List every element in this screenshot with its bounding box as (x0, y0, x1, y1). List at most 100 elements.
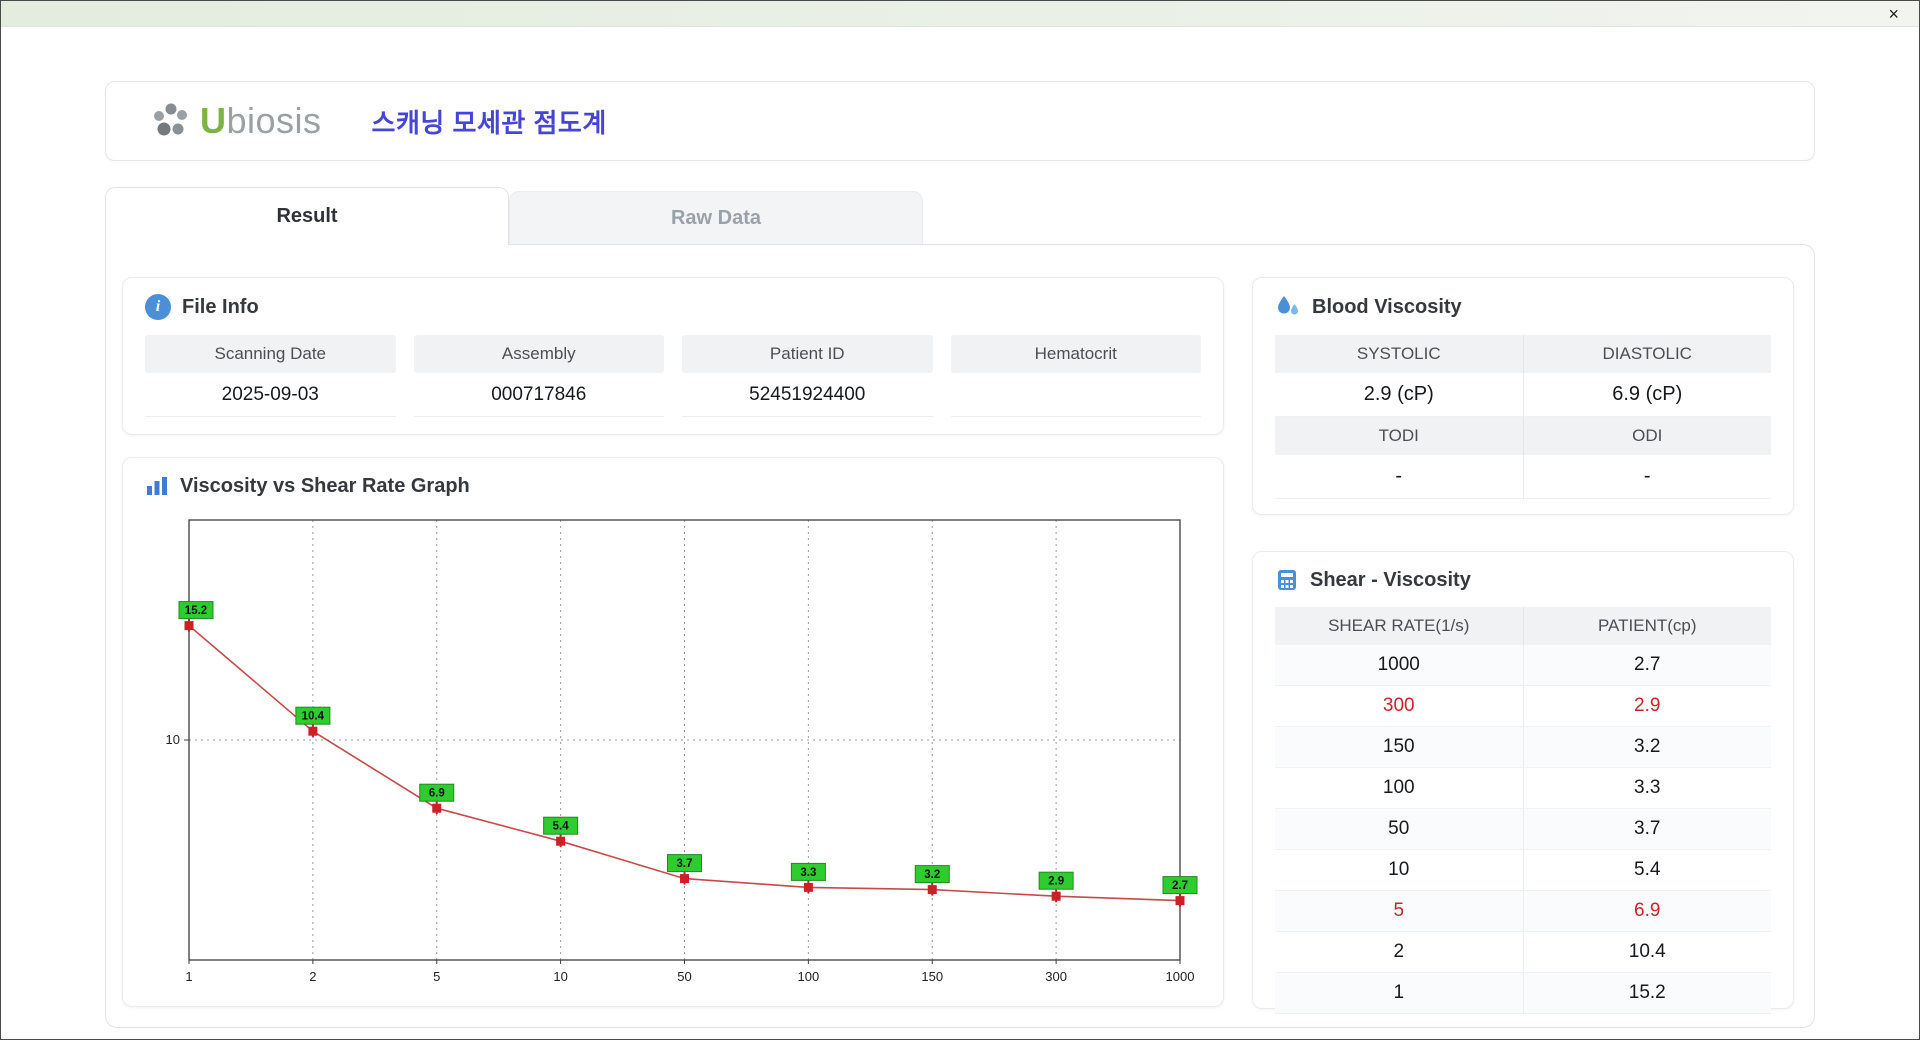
field-value (950, 373, 1201, 417)
chart-area: 10 1 2 5 10 50 100 150 300 1000 15.2 10.4 6.9 5.4 3.7 3… (145, 510, 1201, 1001)
sv-patient: 10.4 (1522, 932, 1772, 972)
bv-value-row: - - (1275, 455, 1771, 499)
svg-text:10: 10 (166, 732, 180, 747)
svg-text:3.7: 3.7 (677, 858, 693, 870)
app-title: 스캐닝 모세관 점도계 (371, 107, 607, 138)
close-icon[interactable]: × (1884, 5, 1903, 23)
sv-shear: 10 (1388, 859, 1410, 880)
bar-chart-icon (145, 474, 169, 498)
svg-text:100: 100 (798, 969, 820, 984)
app-window: × Ubiosis 스캐닝 모세관 점도계 Result Raw Data i … (0, 0, 1920, 1040)
table-row: 150 3.2 (1275, 727, 1771, 768)
field-value: 000717846 (413, 373, 664, 417)
logo-rest: biosis (226, 100, 322, 141)
file-info-header: i File Info (145, 294, 1201, 320)
field-assembly: Assembly 000717846 (413, 335, 664, 417)
table-row: 1000 2.7 (1275, 645, 1771, 686)
table-row: 50 3.7 (1275, 809, 1771, 850)
field-label: Scanning Date (145, 335, 396, 373)
bv-header-systolic: SYSTOLIC (1275, 335, 1523, 373)
sv-header-row: SHEAR RATE(1/s) PATIENT(cp) (1275, 607, 1771, 645)
sv-col-patient: PATIENT(cp) (1522, 607, 1772, 645)
svg-text:3.3: 3.3 (800, 867, 816, 879)
bv-value-systolic: 2.9 (cP) (1275, 373, 1523, 417)
sv-patient: 3.3 (1522, 768, 1772, 808)
logo-letter-u: U (200, 100, 227, 141)
page: Ubiosis 스캐닝 모세관 점도계 Result Raw Data i Fi… (1, 81, 1919, 1028)
table-row: 10 5.4 (1275, 850, 1771, 891)
calculator-icon (1275, 568, 1299, 592)
cell-cluster-icon (150, 101, 192, 141)
sv-shear: 100 (1382, 777, 1415, 798)
bv-header-row: TODI ODI (1275, 417, 1771, 455)
svg-text:15.2: 15.2 (185, 605, 207, 617)
field-label: Hematocrit (950, 335, 1201, 373)
svg-text:300: 300 (1045, 969, 1067, 984)
sv-patient: 2.9 (1522, 686, 1772, 726)
bv-value-row: 2.9 (cP) 6.9 (cP) (1275, 373, 1771, 417)
tab-bar: Result Raw Data (105, 187, 1815, 245)
logo-text: Ubiosis (200, 103, 322, 139)
tab-result[interactable]: Result (105, 187, 509, 245)
logo: Ubiosis (150, 101, 322, 141)
svg-text:2: 2 (309, 969, 316, 984)
droplets-icon (1275, 294, 1301, 320)
table-row: 1 15.2 (1275, 973, 1771, 1014)
field-scanning-date: Scanning Date 2025-09-03 (145, 335, 396, 417)
bv-value-diastolic: 6.9 (cP) (1522, 373, 1771, 417)
bv-header-odi: ODI (1522, 417, 1771, 455)
svg-text:10.4: 10.4 (302, 711, 325, 723)
sv-patient: 3.7 (1522, 809, 1772, 849)
header-card: Ubiosis 스캐닝 모세관 점도계 (105, 81, 1815, 161)
sv-col-shear-rate: SHEAR RATE(1/s) (1328, 616, 1470, 635)
sv-patient: 3.2 (1522, 727, 1772, 767)
shear-viscosity-header: Shear - Viscosity (1275, 568, 1771, 592)
table-row: 5 6.9 (1275, 891, 1771, 932)
sv-patient: 5.4 (1522, 850, 1772, 890)
info-circle-icon: i (145, 294, 171, 320)
tab-raw-data[interactable]: Raw Data (509, 191, 923, 244)
svg-text:5.4: 5.4 (553, 821, 570, 833)
blood-viscosity-card: Blood Viscosity SYSTOLIC DIASTOLIC 2.9 (… (1252, 277, 1794, 515)
bv-header-row: SYSTOLIC DIASTOLIC (1275, 335, 1771, 373)
bv-header-diastolic: DIASTOLIC (1522, 335, 1771, 373)
svg-text:50: 50 (677, 969, 691, 984)
file-info-title: File Info (182, 295, 259, 318)
svg-text:5: 5 (433, 969, 440, 984)
left-column: i File Info Scanning Date 2025-09-03 Ass… (122, 277, 1224, 1007)
table-row: 2 10.4 (1275, 932, 1771, 973)
content-card: i File Info Scanning Date 2025-09-03 Ass… (105, 244, 1815, 1028)
field-value: 52451924400 (682, 373, 933, 417)
sv-shear: 1000 (1377, 654, 1420, 675)
svg-text:1: 1 (185, 969, 192, 984)
bv-header-todi: TODI (1275, 417, 1523, 455)
file-info-fields: Scanning Date 2025-09-03 Assembly 000717… (145, 335, 1201, 417)
sv-shear: 2 (1393, 941, 1405, 962)
svg-text:2.9: 2.9 (1048, 876, 1064, 888)
right-column: Blood Viscosity SYSTOLIC DIASTOLIC 2.9 (… (1252, 277, 1794, 1014)
table-row: 100 3.3 (1275, 768, 1771, 809)
svg-text:150: 150 (921, 969, 943, 984)
sv-patient: 2.7 (1522, 645, 1772, 685)
sv-patient: 15.2 (1522, 973, 1772, 1013)
sv-shear: 5 (1393, 900, 1405, 921)
graph-title: Viscosity vs Shear Rate Graph (180, 474, 470, 497)
field-label: Assembly (413, 335, 664, 373)
shear-viscosity-card: Shear - Viscosity SHEAR RATE(1/s) PATIEN… (1252, 551, 1794, 1014)
field-hematocrit: Hematocrit (950, 335, 1201, 417)
field-label: Patient ID (682, 335, 933, 373)
blood-viscosity-table: SYSTOLIC DIASTOLIC 2.9 (cP) 6.9 (cP) TOD… (1275, 335, 1771, 499)
shear-viscosity-table: SHEAR RATE(1/s) PATIENT(cp) 1000 2.7 300… (1275, 607, 1771, 1014)
graph-header: Viscosity vs Shear Rate Graph (145, 474, 1201, 498)
bv-value-odi: - (1522, 455, 1771, 499)
sv-shear: 50 (1388, 818, 1410, 839)
svg-text:10: 10 (553, 969, 567, 984)
viscosity-chart: 10 1 2 5 10 50 100 150 300 1000 15.2 10.4 6.9 5.4 3.7 3… (166, 519, 1198, 984)
svg-text:3.2: 3.2 (924, 869, 940, 881)
table-row: 300 2.9 (1275, 686, 1771, 727)
blood-viscosity-header: Blood Viscosity (1275, 294, 1771, 320)
blood-viscosity-title: Blood Viscosity (1312, 295, 1462, 318)
svg-text:1000: 1000 (1166, 969, 1195, 984)
sv-patient: 6.9 (1522, 891, 1772, 931)
svg-text:2.7: 2.7 (1172, 880, 1188, 892)
